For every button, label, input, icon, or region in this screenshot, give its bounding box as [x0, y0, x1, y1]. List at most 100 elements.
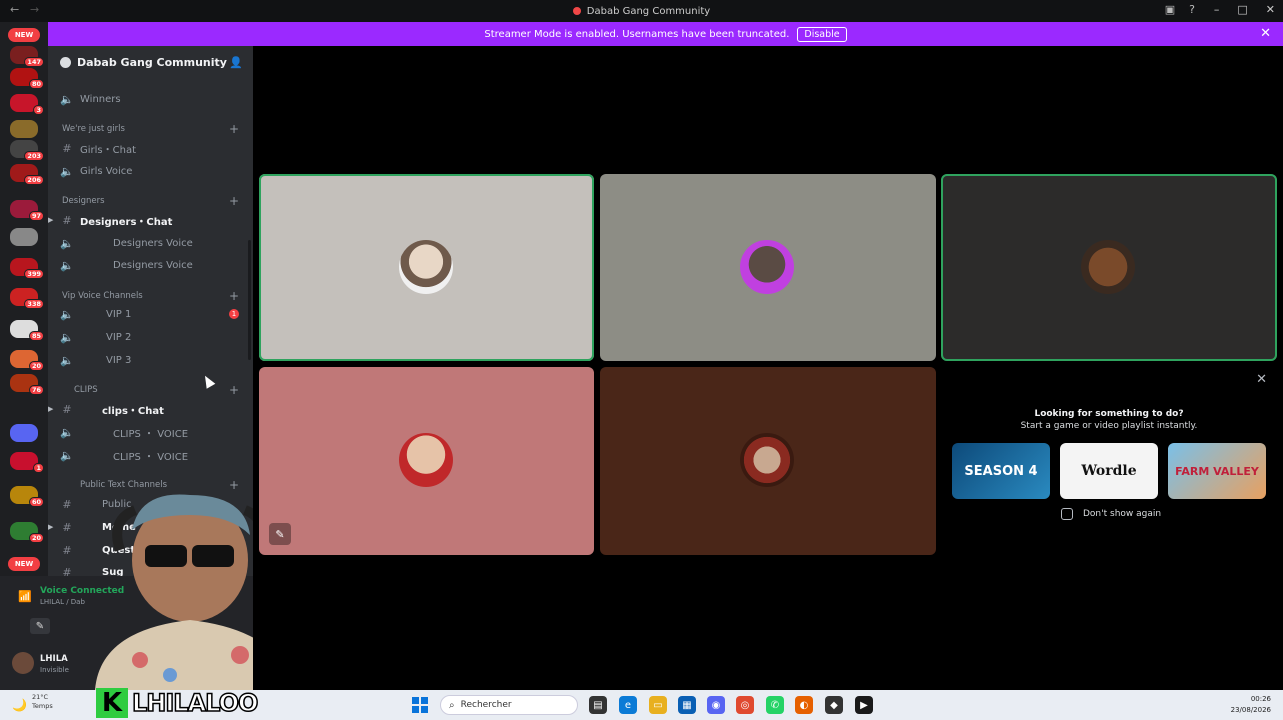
new-unreads-pill-bottom[interactable]: NEW	[8, 557, 40, 571]
participant-tile[interactable]	[941, 174, 1277, 361]
weather-temp: 21°C	[32, 693, 49, 701]
server-badge: 80	[28, 79, 44, 89]
channel-clips-voice[interactable]: 🔈 CLIPS ・ VOICE	[48, 445, 253, 465]
participant-tile[interactable]: ✎	[259, 367, 594, 555]
channel-label: VIP 1	[106, 308, 132, 320]
game-card-farm-valley[interactable]: FARM VALLEY	[1168, 443, 1266, 499]
dont-show-again-checkbox[interactable]: Don't show again	[1061, 508, 1161, 520]
channel-clips-voice[interactable]: 🔈 CLIPS ・ VOICE	[48, 422, 253, 442]
server-icon[interactable]: 206	[10, 164, 44, 185]
streamer-mode-message: Streamer Mode is enabled. Usernames have…	[484, 28, 790, 40]
terminal-icon[interactable]: ▶	[855, 696, 873, 714]
channel-designers-voice[interactable]: 🔈 Designers Voice	[48, 233, 253, 253]
participant-tile[interactable]	[259, 174, 594, 361]
server-icon[interactable]: 97	[10, 200, 44, 221]
channel-label: Designers Voice	[113, 259, 193, 271]
back-arrow-icon[interactable]: ←	[10, 3, 19, 16]
guild-badge-icon	[60, 56, 71, 68]
help-icon[interactable]: ?	[1189, 3, 1195, 16]
server-icon[interactable]: 85	[10, 320, 44, 341]
forward-arrow-icon[interactable]: →	[30, 3, 39, 16]
category-designers[interactable]: Designers +	[48, 193, 253, 209]
server-icon[interactable]: 1	[10, 452, 44, 473]
weather-widget[interactable]: 21°C Temps	[32, 693, 53, 711]
channel-list-scrollbar[interactable]	[248, 240, 251, 360]
category-label: Vip Voice Channels	[62, 291, 143, 301]
hash-icon: #	[62, 141, 72, 155]
weather-icon[interactable]: 🌙	[12, 698, 27, 712]
file-explorer-icon[interactable]: ▭	[649, 696, 667, 714]
edge-icon[interactable]: e	[619, 696, 637, 714]
server-badge: 3	[33, 105, 44, 115]
server-icon[interactable]: 147	[10, 46, 44, 67]
server-icon[interactable]	[10, 120, 38, 138]
server-icon[interactable]	[10, 424, 38, 442]
game-card-wordle[interactable]: Wordle	[1060, 443, 1158, 499]
hash-icon: #	[62, 213, 72, 227]
speaker-icon: 🔈	[60, 92, 74, 106]
server-icon[interactable]: 80	[10, 68, 44, 89]
system-clock[interactable]: 00:26 23/08/2026	[1231, 694, 1271, 716]
server-icon[interactable]: 20	[10, 522, 44, 543]
close-notice-icon[interactable]: ✕	[1260, 26, 1271, 41]
server-icon[interactable]: 3	[10, 94, 44, 115]
maximize-icon[interactable]: □	[1237, 3, 1247, 16]
app-icon[interactable]: ◆	[825, 696, 843, 714]
discord-icon[interactable]: ◉	[707, 696, 725, 714]
server-icon[interactable]: 60	[10, 486, 44, 507]
server-icon[interactable]: 338	[10, 288, 44, 309]
add-channel-icon[interactable]: +	[229, 194, 239, 208]
chrome-icon[interactable]: ◎	[736, 696, 754, 714]
channel-designers-voice[interactable]: 🔈 Designers Voice	[48, 255, 253, 275]
channel-vip-2[interactable]: 🔈 VIP 2	[48, 327, 253, 347]
channel-label: Girls・Chat	[80, 144, 136, 156]
add-channel-icon[interactable]: +	[229, 122, 239, 136]
category-girls[interactable]: We're just girls +	[48, 121, 253, 137]
avatar[interactable]	[12, 652, 34, 674]
speaker-icon: 🔈	[60, 164, 74, 178]
server-icon[interactable]: 76	[10, 374, 44, 395]
taskbar-search[interactable]: ⌕ Rechercher	[440, 695, 578, 715]
store-icon[interactable]: ▦	[678, 696, 696, 714]
channel-vip-3[interactable]: 🔈 VIP 3	[48, 350, 253, 370]
firefox-icon[interactable]: ◐	[795, 696, 813, 714]
whatsapp-icon[interactable]: ✆	[766, 696, 784, 714]
inbox-icon[interactable]: ▣	[1165, 3, 1175, 16]
taskbar-search-placeholder: Rechercher	[460, 700, 512, 710]
task-view-icon[interactable]: ▤	[589, 696, 607, 714]
channel-label: clips・Chat	[102, 405, 164, 417]
channel-winners[interactable]: 🔈 Winners	[48, 89, 253, 109]
voice-signal-icon[interactable]: 📶	[18, 590, 32, 603]
participant-tile[interactable]	[600, 174, 936, 361]
channel-clips-chat[interactable]: ▶ # clips・Chat	[48, 399, 253, 419]
avatar	[740, 433, 794, 487]
invite-people-icon[interactable]: 👤	[229, 56, 243, 69]
channel-vip-1[interactable]: 🔈 VIP 1 1	[48, 304, 253, 324]
new-unreads-pill-top[interactable]: NEW	[8, 28, 40, 42]
dont-show-again-label: Don't show again	[1083, 509, 1162, 519]
server-icon[interactable]	[10, 228, 38, 246]
weather-desc: Temps	[32, 702, 53, 710]
windows-start-icon[interactable]	[412, 697, 428, 713]
close-activity-panel-icon[interactable]: ✕	[1256, 372, 1267, 387]
game-card-battlefield[interactable]: SEASON 4	[952, 443, 1050, 499]
server-icon[interactable]: 203	[10, 140, 44, 161]
channel-girls-voice[interactable]: 🔈 Girls Voice	[48, 161, 253, 181]
window-close-icon[interactable]: ✕	[1266, 3, 1275, 16]
add-channel-icon[interactable]: +	[229, 383, 239, 397]
streamer-mode-notice: Streamer Mode is enabled. Usernames have…	[48, 22, 1283, 46]
checkbox-icon[interactable]	[1061, 508, 1073, 520]
speaker-icon: 🔈	[60, 258, 74, 272]
channel-girls-chat[interactable]: # Girls・Chat	[48, 138, 253, 158]
category-clips[interactable]: CLIPS +	[48, 382, 253, 398]
add-channel-icon[interactable]: +	[229, 289, 239, 303]
disable-streamer-mode-button[interactable]: Disable	[797, 26, 847, 42]
mention-badge: 1	[229, 309, 239, 319]
server-icon[interactable]: 399	[10, 258, 44, 279]
category-vip[interactable]: Vip Voice Channels +	[48, 288, 253, 304]
server-icon[interactable]: 20	[10, 350, 44, 371]
participant-tile[interactable]	[600, 367, 936, 555]
channel-designers-chat[interactable]: ▶ # Designers・Chat	[48, 210, 253, 230]
minimize-icon[interactable]: –	[1214, 3, 1220, 16]
guild-header[interactable]: Dabab Gang Community ⌄ 👤	[48, 46, 253, 78]
